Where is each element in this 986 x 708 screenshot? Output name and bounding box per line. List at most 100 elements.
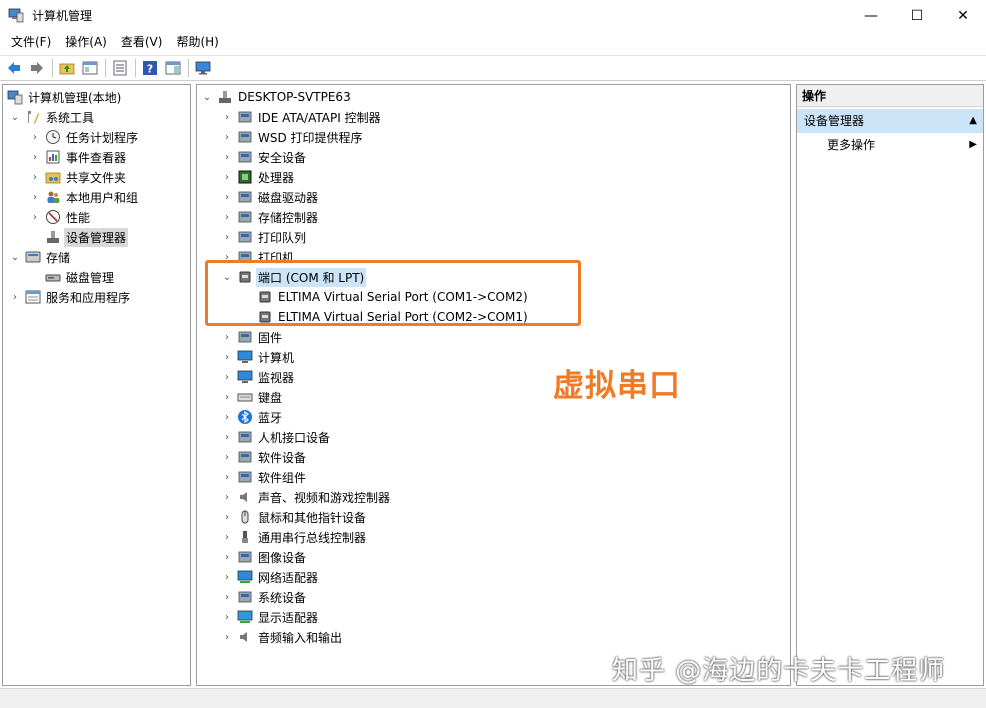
storage-controller-icon — [237, 209, 253, 225]
tree-item-shared-folders[interactable]: › 共享文件夹 — [29, 167, 128, 187]
chevron-right-icon[interactable]: › — [221, 351, 233, 363]
device-category-row[interactable]: › 蓝牙 — [221, 407, 284, 427]
device-category-row[interactable]: › 打印队列 — [221, 227, 308, 247]
chevron-right-icon[interactable]: › — [221, 511, 233, 523]
tree-item-storage[interactable]: ⌄ 存储 — [9, 247, 72, 267]
help-icon[interactable]: ? — [140, 58, 160, 78]
menu-view[interactable]: 查看(V) — [114, 31, 170, 53]
chevron-right-icon[interactable]: › — [9, 291, 21, 303]
action-pane-icon[interactable] — [163, 58, 183, 78]
tree-item-event-viewer[interactable]: › 事件查看器 — [29, 147, 128, 167]
chevron-right-icon[interactable]: › — [221, 531, 233, 543]
show-hide-tree-icon[interactable] — [80, 58, 100, 78]
close-button[interactable]: ✕ — [940, 0, 986, 31]
computer-name: DESKTOP-SVTPE63 — [238, 90, 351, 104]
device-category-row[interactable]: › 鼠标和其他指针设备 — [221, 507, 368, 527]
chevron-right-icon[interactable]: › — [29, 191, 41, 203]
chevron-right-icon[interactable]: › — [221, 471, 233, 483]
device-category-row[interactable]: › 处理器 — [221, 167, 296, 187]
device-tree-root[interactable]: ⌄ DESKTOP-SVTPE63 — [201, 87, 353, 107]
chevron-down-icon[interactable]: ⌄ — [9, 251, 21, 263]
device-category-label: 鼠标和其他指针设备 — [258, 510, 367, 525]
menu-action[interactable]: 操作(A) — [58, 31, 114, 53]
collapse-up-icon[interactable]: ▲ — [969, 109, 977, 133]
device-category-row[interactable]: › IDE ATA/ATAPI 控制器 — [221, 107, 383, 127]
device-category-row[interactable]: › 监视器 — [221, 367, 296, 387]
tree-label: 设备管理器 — [64, 227, 129, 247]
up-folder-icon[interactable] — [57, 58, 77, 78]
chevron-right-icon[interactable]: › — [29, 171, 41, 183]
chevron-right-icon[interactable]: › — [221, 491, 233, 503]
device-category-row[interactable]: › 磁盘驱动器 — [221, 187, 320, 207]
chevron-right-icon[interactable]: › — [221, 411, 233, 423]
chevron-right-icon[interactable]: › — [221, 211, 233, 223]
chevron-right-icon[interactable]: › — [29, 131, 41, 143]
device-category-row[interactable]: › 计算机 — [221, 347, 296, 367]
chevron-right-icon[interactable]: › — [29, 151, 41, 163]
chevron-right-icon[interactable]: › — [221, 431, 233, 443]
device-category-row[interactable]: › 网络适配器 — [221, 567, 320, 587]
system-device-icon — [237, 589, 253, 605]
properties-icon[interactable] — [110, 58, 130, 78]
device-category-row[interactable]: › 安全设备 — [221, 147, 308, 167]
menu-file[interactable]: 文件(F) — [4, 31, 58, 53]
tree-item-root[interactable]: 计算机管理(本地) — [7, 87, 123, 107]
tree-item-local-users[interactable]: › 本地用户和组 — [29, 187, 140, 207]
chevron-right-icon[interactable]: › — [221, 331, 233, 343]
maximize-button[interactable]: ☐ — [894, 0, 940, 31]
chevron-right-icon[interactable]: › — [221, 391, 233, 403]
device-category-row[interactable]: › WSD 打印提供程序 — [221, 127, 365, 147]
tree-item-system-tools[interactable]: ⌄ 系统工具 — [9, 107, 96, 127]
tree-label: 共享文件夹 — [66, 170, 127, 185]
chevron-right-icon[interactable]: › — [221, 451, 233, 463]
chevron-right-icon[interactable]: › — [221, 191, 233, 203]
device-category-row[interactable]: › 键盘 — [221, 387, 284, 407]
chevron-right-icon[interactable]: › — [221, 371, 233, 383]
device-tree-pane: ⌄ DESKTOP-SVTPE63 › IDE ATA/ATAPI 控制器 › WSD… — [196, 84, 791, 686]
back-arrow-icon[interactable] — [4, 58, 24, 78]
chevron-right-icon[interactable]: › — [221, 151, 233, 163]
chevron-right-icon[interactable]: › — [221, 171, 233, 183]
device-category-row[interactable]: › 显示适配器 — [221, 607, 320, 627]
tree-item-performance[interactable]: › 性能 — [29, 207, 92, 227]
chevron-right-icon[interactable]: › — [221, 591, 233, 603]
device-category-row[interactable]: › 通用串行总线控制器 — [221, 527, 368, 547]
tree-label: 本地用户和组 — [66, 190, 139, 205]
device-category-label: IDE ATA/ATAPI 控制器 — [258, 110, 381, 125]
chevron-right-icon[interactable]: › — [29, 211, 41, 223]
chevron-right-icon[interactable]: › — [221, 611, 233, 623]
tree-item-disk-management[interactable]: 磁盘管理 — [45, 267, 116, 287]
chevron-down-icon[interactable]: ⌄ — [201, 91, 213, 103]
chevron-right-icon[interactable]: › — [221, 551, 233, 563]
forward-arrow-icon[interactable] — [27, 58, 47, 78]
chevron-right-icon[interactable]: › — [221, 131, 233, 143]
minimize-button[interactable]: — — [848, 0, 894, 31]
keyboard-icon — [237, 389, 253, 405]
device-category-row[interactable]: › 系统设备 — [221, 587, 308, 607]
menu-help[interactable]: 帮助(H) — [169, 31, 225, 53]
chevron-right-icon[interactable]: › — [221, 571, 233, 583]
device-category-row[interactable]: › 存储控制器 — [221, 207, 320, 227]
device-category-row[interactable]: › 音频输入和输出 — [221, 627, 344, 647]
device-category-row[interactable]: › 软件设备 — [221, 447, 308, 467]
monitor-icon[interactable] — [193, 58, 213, 78]
device-category-row[interactable]: › 软件组件 — [221, 467, 308, 487]
device-category-label: 网络适配器 — [258, 570, 319, 585]
chevron-right-icon[interactable]: › — [221, 231, 233, 243]
actions-section-device-manager[interactable]: 设备管理器 ▲ — [797, 109, 983, 133]
chevron-right-icon[interactable]: › — [221, 631, 233, 643]
device-manager-icon — [45, 229, 61, 245]
tree-item-task-scheduler[interactable]: › 任务计划程序 — [29, 127, 140, 147]
printer-provider-icon — [237, 129, 253, 145]
svg-text:?: ? — [147, 63, 153, 76]
submenu-arrow-icon: ▶ — [969, 139, 977, 150]
chevron-right-icon[interactable]: › — [221, 111, 233, 123]
tree-item-services[interactable]: › 服务和应用程序 — [9, 287, 132, 307]
device-category-row[interactable]: › 声音、视频和游戏控制器 — [221, 487, 392, 507]
device-category-row[interactable]: › 图像设备 — [221, 547, 308, 567]
more-actions-item[interactable]: 更多操作 ▶ — [827, 135, 983, 155]
chevron-down-icon[interactable]: ⌄ — [9, 111, 21, 123]
tree-item-device-manager[interactable]: 设备管理器 — [45, 227, 129, 247]
device-category-row[interactable]: › 固件 — [221, 327, 284, 347]
device-category-row[interactable]: › 人机接口设备 — [221, 427, 332, 447]
